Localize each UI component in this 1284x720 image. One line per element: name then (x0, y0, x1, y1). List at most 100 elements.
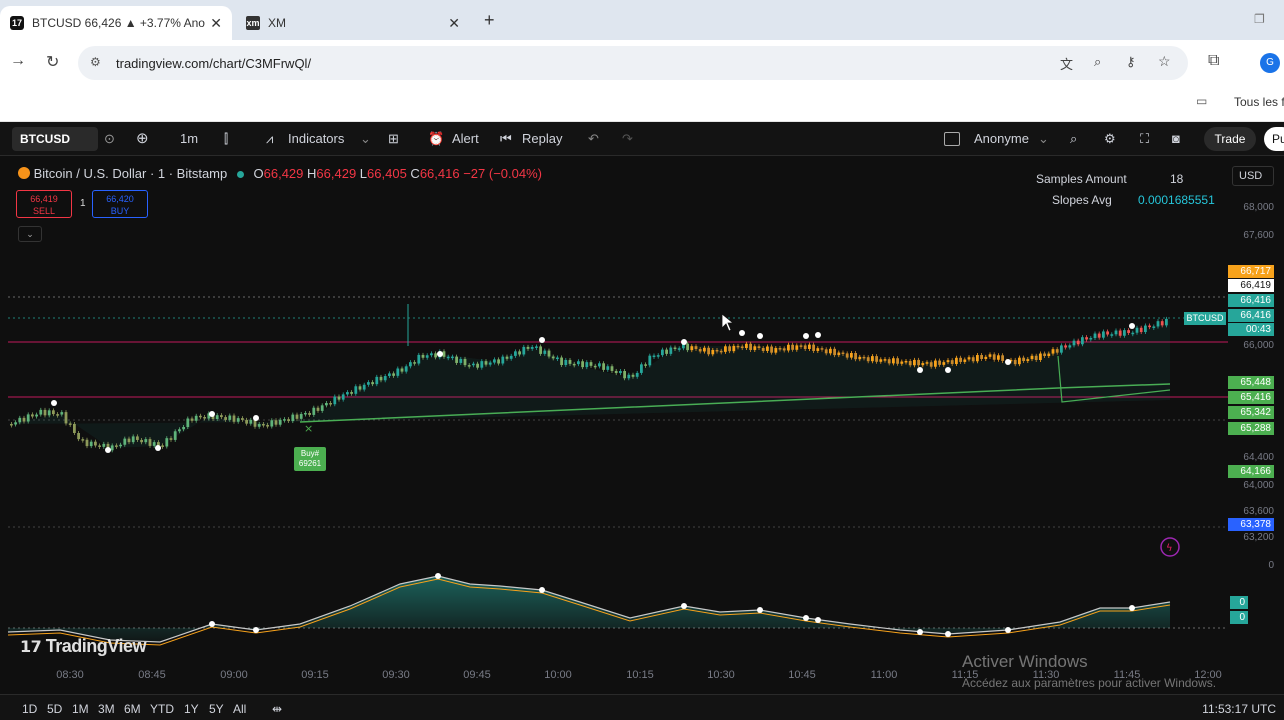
site-info-icon[interactable]: ⚙ (90, 55, 101, 69)
candle (917, 359, 920, 366)
browser-tab-tradingview[interactable]: 17 BTCUSD 66,426 ▲ +3.77% Ano ✕ (0, 6, 232, 40)
candle (627, 374, 631, 379)
candle (383, 376, 387, 381)
candle (812, 344, 815, 351)
tradingview-logo-mark: 𝟭𝟳 (20, 639, 42, 656)
candle (837, 352, 841, 356)
buy-cross-marker: × (304, 422, 313, 435)
extensions-icon[interactable]: ⧉ (1208, 52, 1219, 70)
bookmark-all[interactable]: Tous les f (1234, 95, 1284, 109)
replay-icon[interactable]: ⏮ (500, 131, 512, 147)
price-chart[interactable]: ϟ × (0, 156, 1284, 694)
candle (568, 359, 572, 364)
add-symbol-icon[interactable]: ⊕ (136, 129, 149, 147)
high-value: 66,429 (316, 166, 357, 181)
url-field[interactable]: ⚙ tradingview.com/chart/C3MFrwQl/ ⽂ ⌕ ⚷ … (78, 46, 1188, 80)
candle (320, 405, 324, 411)
close-icon[interactable]: ✕ (448, 15, 460, 32)
bitcoin-icon (18, 167, 30, 179)
chevron-down-icon[interactable]: ⌄ (1038, 131, 1049, 147)
replay-button[interactable]: Replay (522, 131, 562, 146)
bookmark-star-icon[interactable]: ☆ (1158, 53, 1171, 70)
oscillator-dot (681, 603, 687, 609)
indicators-icon[interactable]: ⩘ (266, 131, 273, 147)
candle (1144, 325, 1147, 333)
candle (1097, 333, 1101, 338)
candle (845, 353, 849, 358)
oscillator-dot (803, 615, 809, 621)
interval-button[interactable]: 1m (180, 131, 198, 146)
alert-icon[interactable]: ⏰ (428, 131, 444, 147)
layout-icon[interactable] (944, 132, 960, 146)
candle (577, 361, 580, 365)
pivot-dot (1129, 323, 1135, 329)
forward-icon[interactable]: → (10, 52, 26, 70)
tradingview-logo[interactable]: 𝟭𝟳 TradingView (20, 636, 146, 657)
candle (232, 415, 236, 422)
candle (333, 396, 337, 405)
candle (904, 360, 908, 363)
fullscreen-icon[interactable]: ⛶ (1140, 131, 1149, 147)
close-icon[interactable]: ✕ (210, 15, 222, 32)
range-ytd[interactable]: YTD (150, 702, 174, 716)
window-restore-icon[interactable]: ❐ (1254, 12, 1265, 26)
settings-icon[interactable]: ⚙ (1104, 131, 1116, 147)
candle (22, 417, 26, 422)
candle (866, 357, 870, 362)
sell-button[interactable]: 66,419 SELL (16, 190, 72, 218)
candle (1118, 330, 1122, 336)
buy-button[interactable]: 66,420 BUY (92, 190, 148, 218)
candles-icon[interactable]: ⫿ (224, 131, 228, 147)
range-3m[interactable]: 3M (98, 702, 115, 716)
compare-icon[interactable]: ⊙ (104, 131, 115, 147)
translate-icon[interactable]: ⽂ (1060, 54, 1073, 73)
candle (52, 410, 55, 415)
range-5y[interactable]: 5Y (209, 702, 224, 716)
new-tab-icon[interactable]: + (484, 10, 495, 31)
collapse-legend-button[interactable]: ⌄ (18, 226, 42, 242)
account-button[interactable]: Anonyme (974, 131, 1029, 146)
chevron-down-icon[interactable]: ⌄ (360, 131, 371, 147)
date-range-icon[interactable]: ⇹ (272, 702, 282, 716)
candle (1156, 321, 1160, 327)
price-badge: 65,416 (1228, 391, 1274, 404)
range-5d[interactable]: 5D (47, 702, 62, 716)
publish-button[interactable]: Pu (1264, 127, 1284, 151)
candle (400, 368, 404, 372)
bottom-toolbar: 1D 5D 1M 3M 6M YTD 1Y 5Y All ⇹ 11:53:17 … (0, 694, 1284, 720)
candle (724, 346, 727, 352)
range-6m[interactable]: 6M (124, 702, 141, 716)
trade-button[interactable]: Trade (1204, 127, 1256, 151)
range-1m[interactable]: 1M (72, 702, 89, 716)
profile-avatar[interactable]: G (1260, 53, 1280, 73)
candle (371, 382, 374, 385)
reload-icon[interactable]: ↻ (46, 52, 59, 72)
zoom-icon[interactable]: ⌕ (1094, 54, 1101, 70)
candle (39, 409, 43, 415)
pivot-dot (105, 447, 111, 453)
browser-tab-xm[interactable]: xm XM ✕ (236, 6, 470, 40)
password-key-icon[interactable]: ⚷ (1126, 54, 1136, 70)
clock[interactable]: 11:53:17 UTC (1202, 702, 1276, 716)
alert-button[interactable]: Alert (452, 131, 479, 146)
indicators-button[interactable]: Indicators (288, 131, 344, 146)
search-icon[interactable]: ⌕ (1070, 131, 1077, 147)
range-1d[interactable]: 1D (22, 702, 37, 716)
chart-toolbar: BTCUSD ⊙ ⊕ 1m ⫿ ⩘ Indicators ⌄ ⊞ ⏰ Alert… (0, 122, 1284, 156)
candle (1127, 330, 1130, 333)
candle (1034, 355, 1038, 361)
range-all[interactable]: All (233, 702, 246, 716)
camera-icon[interactable]: ◙ (1172, 131, 1180, 146)
currency-selector[interactable]: USD (1232, 166, 1274, 186)
candle (963, 359, 967, 362)
redo-icon[interactable]: ↷ (622, 131, 633, 147)
candle (421, 354, 425, 358)
candle (425, 355, 429, 358)
candle (291, 414, 295, 422)
symbol-search[interactable]: BTCUSD (12, 127, 98, 151)
range-1y[interactable]: 1Y (184, 702, 199, 716)
candle (77, 433, 80, 440)
undo-icon[interactable]: ↶ (588, 131, 599, 147)
url-text: tradingview.com/chart/C3MFrwQl/ (116, 56, 312, 71)
layout-grid-icon[interactable]: ⊞ (388, 131, 399, 147)
